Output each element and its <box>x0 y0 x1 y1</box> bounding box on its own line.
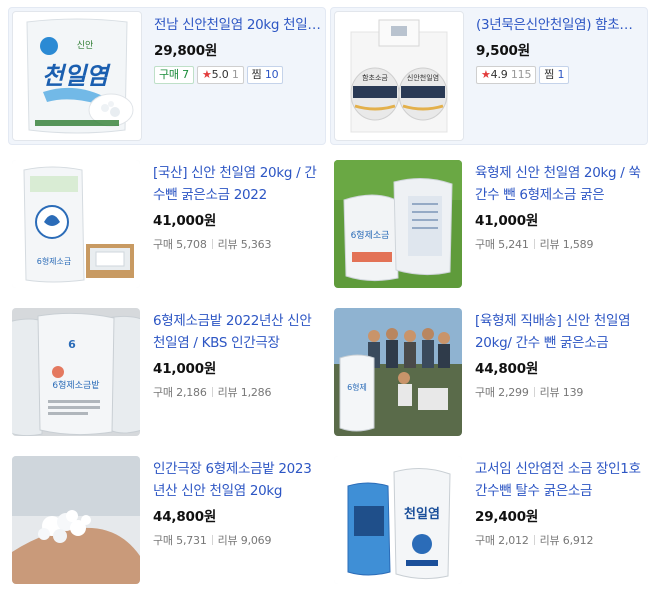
divider <box>533 535 535 545</box>
product-image[interactable]: 함초소금 신안천일염 <box>334 11 464 141</box>
product-stats: 구매 2,186 리뷰 1,286 <box>153 386 272 399</box>
product-stats: 구매 5,731 리뷰 9,069 <box>153 534 272 547</box>
svg-text:신안: 신안 <box>77 40 94 51</box>
product-title[interactable]: 육형제 신안 천일염 20kg / 쑥 간수 뺀 6형제소금 굵은 <box>475 162 643 206</box>
product-title[interactable]: [국산] 신안 천일염 20kg / 간수뺀 굵은소금 2022 <box>153 162 321 206</box>
badge-row: 구매 7 ★5.0 1 찜 10 <box>154 66 322 84</box>
wishlist-badge[interactable]: 찜 1 <box>539 66 570 84</box>
product-image[interactable]: 6형제소금 <box>12 160 140 288</box>
product-price: 29,800원 <box>154 43 218 59</box>
purchase-badge: 구매 7 <box>154 66 194 84</box>
salt-bag-image: 신안 천일염 <box>13 12 141 140</box>
product-card[interactable]: 6형제소금 [국산] 신안 천일염 20kg / 간수뺀 굵은소금 2022 4… <box>8 156 326 294</box>
product-price: 44,800원 <box>475 361 539 377</box>
product-stats: 구매 5,708 리뷰 5,363 <box>153 238 272 251</box>
rating-badge: ★5.0 1 <box>196 66 244 84</box>
wishlist-badge[interactable]: 찜 10 <box>246 66 284 84</box>
svg-text:6형제: 6형제 <box>347 383 367 392</box>
product-price: 29,400원 <box>475 509 539 525</box>
svg-text:6: 6 <box>68 338 76 351</box>
product-card[interactable]: 천일염 고서임 신안염전 소금 장인1호 간수뺀 탈수 굵은소금 29,400원… <box>330 452 648 590</box>
product-card[interactable]: 6형제 [육형제 직배송] 신안 천일염 20kg/ 간수 뺀 굵은소금 44,… <box>330 304 648 442</box>
salt-jars-image: 함초소금 신안천일염 <box>335 12 463 140</box>
rating-badge: ★4.9 115 <box>476 66 537 84</box>
product-image[interactable]: 천일염 <box>334 456 462 584</box>
salt-bag-image: 6형제소금 <box>12 160 140 288</box>
product-image[interactable]: 6 6형제소금밭 <box>12 308 140 436</box>
product-card[interactable]: 함초소금 신안천일염 (3년묵은신안천일염) 함초소금 신안천일염 9,500원… <box>330 7 648 145</box>
product-card[interactable]: 신안 천일염 전남 신안천일염 20kg 천일염 소금 간수뺀 29,800원 … <box>8 7 326 145</box>
product-stats: 구매 2,012 리뷰 6,912 <box>475 534 594 547</box>
product-title[interactable]: [육형제 직배송] 신안 천일염 20kg/ 간수 뺀 굵은소금 <box>475 310 643 354</box>
product-price: 41,000원 <box>153 361 217 377</box>
divider <box>211 239 213 249</box>
product-image[interactable]: 신안 천일염 <box>12 11 142 141</box>
divider <box>211 387 213 397</box>
star-icon: ★ <box>481 68 491 81</box>
svg-text:천일염: 천일염 <box>404 506 440 522</box>
salt-bags-grass-image: 6형제소금 <box>334 160 462 288</box>
product-title[interactable]: 전남 신안천일염 20kg 천일염 소금 간수뺀 <box>154 14 322 36</box>
product-image[interactable] <box>12 456 140 584</box>
star-icon: ★ <box>201 68 212 81</box>
product-card[interactable]: 6형제소금 육형제 신안 천일염 20kg / 쑥 간수 뺀 6형제소금 굵은 … <box>330 156 648 294</box>
product-title[interactable]: 인간극장 6형제소금밭 2023년산 신안 천일염 20kg <box>153 458 321 502</box>
product-stats: 구매 2,299 리뷰 139 <box>475 386 584 399</box>
salt-bags-stack-image: 6 6형제소금밭 <box>12 308 140 436</box>
product-title[interactable]: 6형제소금밭 2022년산 신안천일염 / KBS 인간극장 <box>153 310 321 354</box>
product-price: 41,000원 <box>475 213 539 229</box>
salt-crystals-hand-image <box>12 456 140 584</box>
product-stats: 구매 5,241 리뷰 1,589 <box>475 238 594 251</box>
svg-text:신안천일염: 신안천일염 <box>407 73 439 82</box>
svg-text:6형제소금: 6형제소금 <box>351 230 390 241</box>
badge-row: ★4.9 115 찜 1 <box>476 66 644 84</box>
product-price: 41,000원 <box>153 213 217 229</box>
divider <box>533 387 535 397</box>
salt-bags-image: 천일염 <box>334 456 462 584</box>
product-title[interactable]: 고서임 신안염전 소금 장인1호 간수뺀 탈수 굵은소금 <box>475 458 643 502</box>
svg-text:함초소금: 함초소금 <box>362 73 388 82</box>
family-with-salt-bag-image: 6형제 <box>334 308 462 436</box>
product-image[interactable]: 6형제소금 <box>334 160 462 288</box>
divider <box>533 239 535 249</box>
svg-text:천일염: 천일염 <box>42 62 111 90</box>
product-card[interactable]: 인간극장 6형제소금밭 2023년산 신안 천일염 20kg 44,800원 구… <box>8 452 326 590</box>
product-card[interactable]: 6 6형제소금밭 6형제소금밭 2022년산 신안천일염 / KBS 인간극장 … <box>8 304 326 442</box>
svg-text:6형제소금: 6형제소금 <box>37 257 72 266</box>
product-image[interactable]: 6형제 <box>334 308 462 436</box>
divider <box>211 535 213 545</box>
product-price: 44,800원 <box>153 509 217 525</box>
svg-text:6형제소금밭: 6형제소금밭 <box>52 380 99 391</box>
product-price: 9,500원 <box>476 43 530 59</box>
product-title[interactable]: (3년묵은신안천일염) 함초소금 신안천일염 <box>476 14 644 36</box>
